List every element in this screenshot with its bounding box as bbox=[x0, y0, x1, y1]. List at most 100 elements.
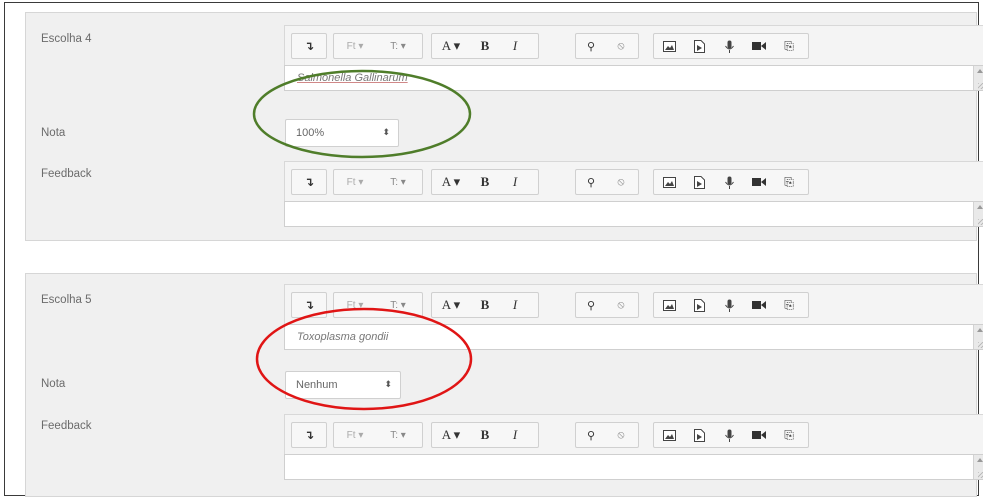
toolbar-group-media: ⎘ bbox=[653, 169, 809, 195]
choice-4-feedback-field[interactable] bbox=[284, 201, 983, 227]
choice-4-answer-text: Salmonella Gallinarum bbox=[297, 72, 408, 84]
image-icon[interactable] bbox=[654, 170, 684, 194]
media-icon[interactable] bbox=[684, 170, 714, 194]
paragraph-style-icon[interactable]: Ft ▾ bbox=[334, 293, 376, 317]
media-icon[interactable] bbox=[684, 423, 714, 447]
toolbar-group-format: Ft ▾ T: ▾ bbox=[333, 422, 423, 448]
video-icon[interactable] bbox=[744, 423, 774, 447]
microphone-icon[interactable] bbox=[714, 170, 744, 194]
indent-icon[interactable]: ↴ bbox=[292, 170, 326, 194]
toolbar-group-link: ⚲ ⦸ bbox=[575, 169, 639, 195]
choice-4-answer-field[interactable]: Salmonella Gallinarum bbox=[284, 65, 983, 91]
toolbar-group-indent: ↴ bbox=[291, 422, 327, 448]
video-icon[interactable] bbox=[744, 170, 774, 194]
italic-icon[interactable]: I bbox=[500, 423, 530, 447]
font-color-icon[interactable]: A ▾ bbox=[432, 34, 470, 58]
microphone-icon[interactable] bbox=[714, 423, 744, 447]
bold-icon[interactable]: B bbox=[470, 170, 500, 194]
question-form-frame: Escolha 4 ↴ Ft ▾ T: ▾ A ▾ B I ⚲ ⦸ ⎘ Salm… bbox=[4, 2, 983, 497]
choice-5-feedback-field[interactable] bbox=[284, 454, 983, 480]
unlink-icon[interactable]: ⦸ bbox=[606, 423, 636, 447]
toolbar-group-link: ⚲ ⦸ bbox=[575, 292, 639, 318]
choice-4-feedback-scrollbar[interactable] bbox=[973, 202, 983, 226]
toolbar-group-link: ⚲ ⦸ bbox=[575, 33, 639, 59]
choice-5-grade-select[interactable]: Nenhum ⬍ bbox=[285, 371, 401, 399]
toolbar-group-indent: ↴ bbox=[291, 292, 327, 318]
choice-5-feedback-scrollbar[interactable] bbox=[973, 455, 983, 479]
font-color-icon[interactable]: A ▾ bbox=[432, 293, 470, 317]
choice-5-feedback-label: Feedback bbox=[41, 420, 92, 432]
choice-5-editor: ↴ Ft ▾ T: ▾ A ▾ B I ⚲ ⦸ ⎘ Toxoplasma gon… bbox=[284, 284, 983, 350]
bold-icon[interactable]: B bbox=[470, 34, 500, 58]
paragraph-style-icon[interactable]: Ft ▾ bbox=[334, 423, 376, 447]
link-icon[interactable]: ⚲ bbox=[576, 34, 606, 58]
toolbar-group-style: A ▾ B I bbox=[431, 169, 539, 195]
font-size-icon[interactable]: T: ▾ bbox=[376, 423, 420, 447]
choice-4-feedback-label: Feedback bbox=[41, 168, 92, 180]
font-size-icon[interactable]: T: ▾ bbox=[376, 293, 420, 317]
microphone-icon[interactable] bbox=[714, 293, 744, 317]
unlink-icon[interactable]: ⦸ bbox=[606, 34, 636, 58]
image-icon[interactable] bbox=[654, 34, 684, 58]
choice-4-toolbar: ↴ Ft ▾ T: ▾ A ▾ B I ⚲ ⦸ ⎘ bbox=[284, 25, 983, 65]
toolbar-group-format: Ft ▾ T: ▾ bbox=[333, 169, 423, 195]
select-arrows-icon: ⬍ bbox=[384, 379, 392, 389]
choice-5-feedback-editor: ↴ Ft ▾ T: ▾ A ▾ B I ⚲ ⦸ ⎘ bbox=[284, 414, 983, 480]
indent-icon[interactable]: ↴ bbox=[292, 293, 326, 317]
unlink-icon[interactable]: ⦸ bbox=[606, 170, 636, 194]
link-icon[interactable]: ⚲ bbox=[576, 423, 606, 447]
italic-icon[interactable]: I bbox=[500, 170, 530, 194]
font-color-icon[interactable]: A ▾ bbox=[432, 170, 470, 194]
toolbar-group-media: ⎘ bbox=[653, 292, 809, 318]
media-icon[interactable] bbox=[684, 34, 714, 58]
italic-icon[interactable]: I bbox=[500, 34, 530, 58]
toolbar-group-media: ⎘ bbox=[653, 33, 809, 59]
manage-files-icon[interactable]: ⎘ bbox=[774, 293, 804, 317]
choice-5-label: Escolha 5 bbox=[41, 294, 92, 306]
link-icon[interactable]: ⚲ bbox=[576, 293, 606, 317]
choice-5-toolbar: ↴ Ft ▾ T: ▾ A ▾ B I ⚲ ⦸ ⎘ bbox=[284, 284, 983, 324]
toolbar-group-indent: ↴ bbox=[291, 33, 327, 59]
choice-4-block: Escolha 4 ↴ Ft ▾ T: ▾ A ▾ B I ⚲ ⦸ ⎘ Salm… bbox=[25, 12, 983, 241]
unlink-icon[interactable]: ⦸ bbox=[606, 293, 636, 317]
toolbar-group-style: A ▾ B I bbox=[431, 422, 539, 448]
toolbar-group-indent: ↴ bbox=[291, 169, 327, 195]
select-arrows-icon: ⬍ bbox=[382, 127, 390, 137]
video-icon[interactable] bbox=[744, 34, 774, 58]
paragraph-style-icon[interactable]: Ft ▾ bbox=[334, 170, 376, 194]
choice-5-block: Escolha 5 ↴ Ft ▾ T: ▾ A ▾ B I ⚲ ⦸ ⎘ Toxo… bbox=[25, 273, 983, 497]
choice-4-feedback-editor: ↴ Ft ▾ T: ▾ A ▾ B I ⚲ ⦸ ⎘ bbox=[284, 161, 983, 227]
media-icon[interactable] bbox=[684, 293, 714, 317]
bold-icon[interactable]: B bbox=[470, 293, 500, 317]
bold-icon[interactable]: B bbox=[470, 423, 500, 447]
choice-4-grade-select[interactable]: 100% ⬍ bbox=[285, 119, 399, 147]
toolbar-group-media: ⎘ bbox=[653, 422, 809, 448]
video-icon[interactable] bbox=[744, 293, 774, 317]
image-icon[interactable] bbox=[654, 423, 684, 447]
italic-icon[interactable]: I bbox=[500, 293, 530, 317]
manage-files-icon[interactable]: ⎘ bbox=[774, 34, 804, 58]
font-size-icon[interactable]: T: ▾ bbox=[376, 170, 420, 194]
choice-4-editor: ↴ Ft ▾ T: ▾ A ▾ B I ⚲ ⦸ ⎘ Salmonella Gal… bbox=[284, 25, 983, 91]
font-size-icon[interactable]: T: ▾ bbox=[376, 34, 420, 58]
toolbar-group-style: A ▾ B I bbox=[431, 292, 539, 318]
choice-4-grade-label: Nota bbox=[41, 127, 66, 139]
choice-5-answer-scrollbar[interactable] bbox=[973, 325, 983, 349]
paragraph-style-icon[interactable]: Ft ▾ bbox=[334, 34, 376, 58]
toolbar-group-format: Ft ▾ T: ▾ bbox=[333, 292, 423, 318]
indent-icon[interactable]: ↴ bbox=[292, 423, 326, 447]
microphone-icon[interactable] bbox=[714, 34, 744, 58]
manage-files-icon[interactable]: ⎘ bbox=[774, 423, 804, 447]
toolbar-group-style: A ▾ B I bbox=[431, 33, 539, 59]
choice-5-grade-label: Nota bbox=[41, 378, 66, 390]
manage-files-icon[interactable]: ⎘ bbox=[774, 170, 804, 194]
image-icon[interactable] bbox=[654, 293, 684, 317]
choice-5-grade-value: Nenhum bbox=[296, 379, 338, 391]
link-icon[interactable]: ⚲ bbox=[576, 170, 606, 194]
font-color-icon[interactable]: A ▾ bbox=[432, 423, 470, 447]
choice-5-answer-field[interactable]: Toxoplasma gondii bbox=[284, 324, 983, 350]
toolbar-group-format: Ft ▾ T: ▾ bbox=[333, 33, 423, 59]
choice-4-answer-scrollbar[interactable] bbox=[973, 66, 983, 90]
choice-4-label: Escolha 4 bbox=[41, 33, 92, 45]
indent-icon[interactable]: ↴ bbox=[292, 34, 326, 58]
